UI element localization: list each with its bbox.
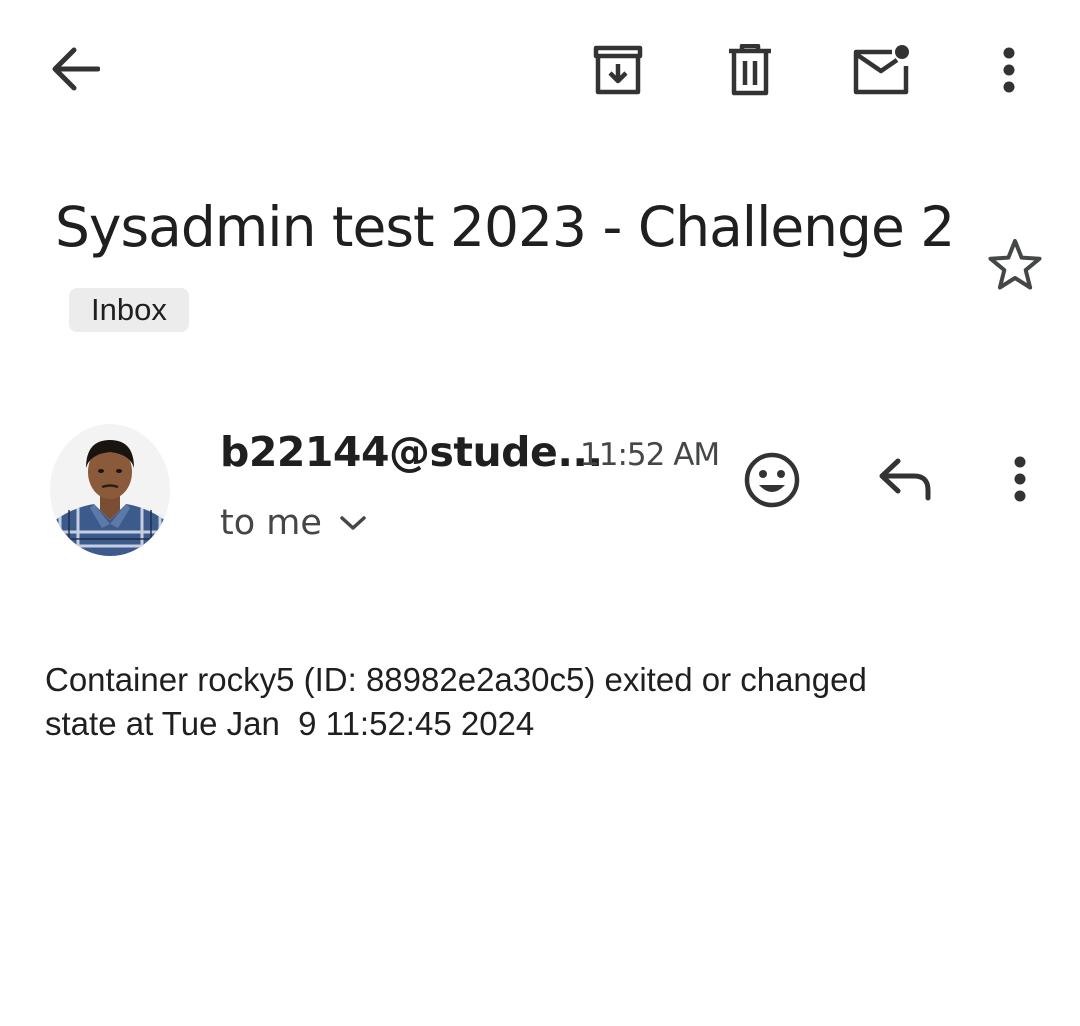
more-options-button[interactable]: [978, 34, 1040, 106]
reply-button[interactable]: [872, 446, 938, 512]
message-more-options-button[interactable]: [996, 446, 1044, 512]
star-button[interactable]: [980, 230, 1050, 300]
more-vert-icon: [1014, 456, 1026, 502]
recipient-text: to me: [220, 503, 322, 543]
email-body: Container rocky5 (ID: 88982e2a30c5) exit…: [45, 661, 867, 742]
reply-icon: [879, 458, 931, 501]
avatar-photo: [50, 424, 170, 556]
email-time: 11:52 AM: [580, 437, 720, 473]
subject-text: Sysadmin test 2023 - Challenge 2: [55, 195, 955, 259]
archive-button[interactable]: [580, 34, 656, 106]
email-subject: Sysadmin test 2023 - Challenge 2 Inbox: [55, 184, 955, 358]
label-chip-inbox[interactable]: Inbox: [69, 287, 189, 332]
mark-unread-button[interactable]: [844, 34, 920, 106]
back-button[interactable]: [36, 34, 114, 104]
sender-avatar[interactable]: [50, 424, 170, 556]
mail-unread-icon: [853, 45, 909, 95]
add-reaction-button[interactable]: [738, 446, 806, 514]
emoji-icon: [744, 452, 800, 508]
more-vert-icon: [1003, 47, 1015, 93]
recipient-toggle[interactable]: to me: [220, 500, 366, 546]
sender-name[interactable]: b22144@stude...: [220, 425, 603, 479]
archive-icon: [593, 45, 643, 95]
arrow-left-icon: [52, 47, 100, 91]
chevron-down-icon: [340, 516, 366, 530]
delete-button[interactable]: [714, 34, 786, 106]
trash-icon: [729, 44, 771, 96]
star-outline-icon: [988, 239, 1042, 290]
